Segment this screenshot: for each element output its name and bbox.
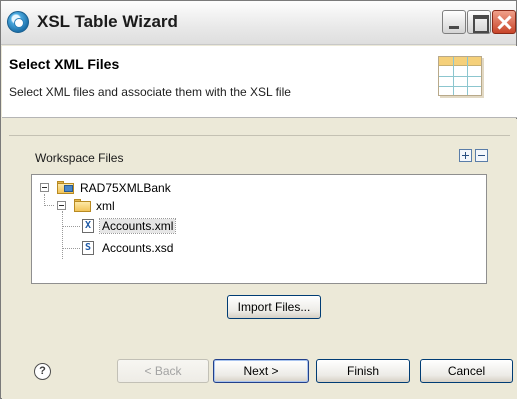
xml-file-icon: X [82, 219, 94, 233]
back-button[interactable]: < Back [117, 359, 209, 383]
maximize-icon[interactable] [467, 10, 491, 34]
minimize-icon[interactable] [442, 10, 466, 34]
workspace-files-label: Workspace Files [35, 151, 124, 165]
wizard-app-icon [7, 11, 29, 33]
xml-folder-icon [74, 199, 92, 212]
xsd-file-icon: S [82, 241, 94, 255]
finish-button[interactable]: Finish [316, 359, 410, 383]
xml-folder-collapse-icon[interactable] [57, 201, 66, 210]
workspace-files-tree[interactable]: RAD75XMLBank xml X Accounts.xml S Accoun… [31, 174, 487, 284]
import-files-button[interactable]: Import Files... [227, 295, 321, 319]
tree-item-xml-folder[interactable]: xml [96, 199, 115, 213]
tree-item-accounts-xml[interactable]: Accounts.xml [98, 218, 177, 234]
collapse-all-icon[interactable] [475, 149, 488, 162]
close-icon[interactable] [492, 10, 516, 34]
page-description: Select XML files and associate them with… [9, 85, 291, 99]
help-icon[interactable]: ? [34, 363, 51, 380]
table-wizard-icon [438, 56, 482, 96]
next-button[interactable]: Next > [213, 359, 309, 383]
tree-item-project[interactable]: RAD75XMLBank [80, 181, 171, 195]
project-folder-icon [57, 181, 75, 194]
expand-all-icon[interactable] [459, 149, 472, 162]
cancel-button[interactable]: Cancel [420, 359, 513, 383]
title-bar[interactable]: XSL Table Wizard [1, 1, 516, 45]
window-title: XSL Table Wizard [37, 12, 178, 31]
wizard-header: Select XML Files Select XML files and as… [2, 46, 517, 118]
separator [9, 135, 510, 136]
project-collapse-icon[interactable] [40, 183, 49, 192]
tree-item-accounts-xsd[interactable]: Accounts.xsd [102, 241, 173, 255]
page-title: Select XML Files [9, 56, 120, 72]
xsl-table-wizard-dialog: XSL Table Wizard Select XML Files Select… [0, 0, 517, 399]
